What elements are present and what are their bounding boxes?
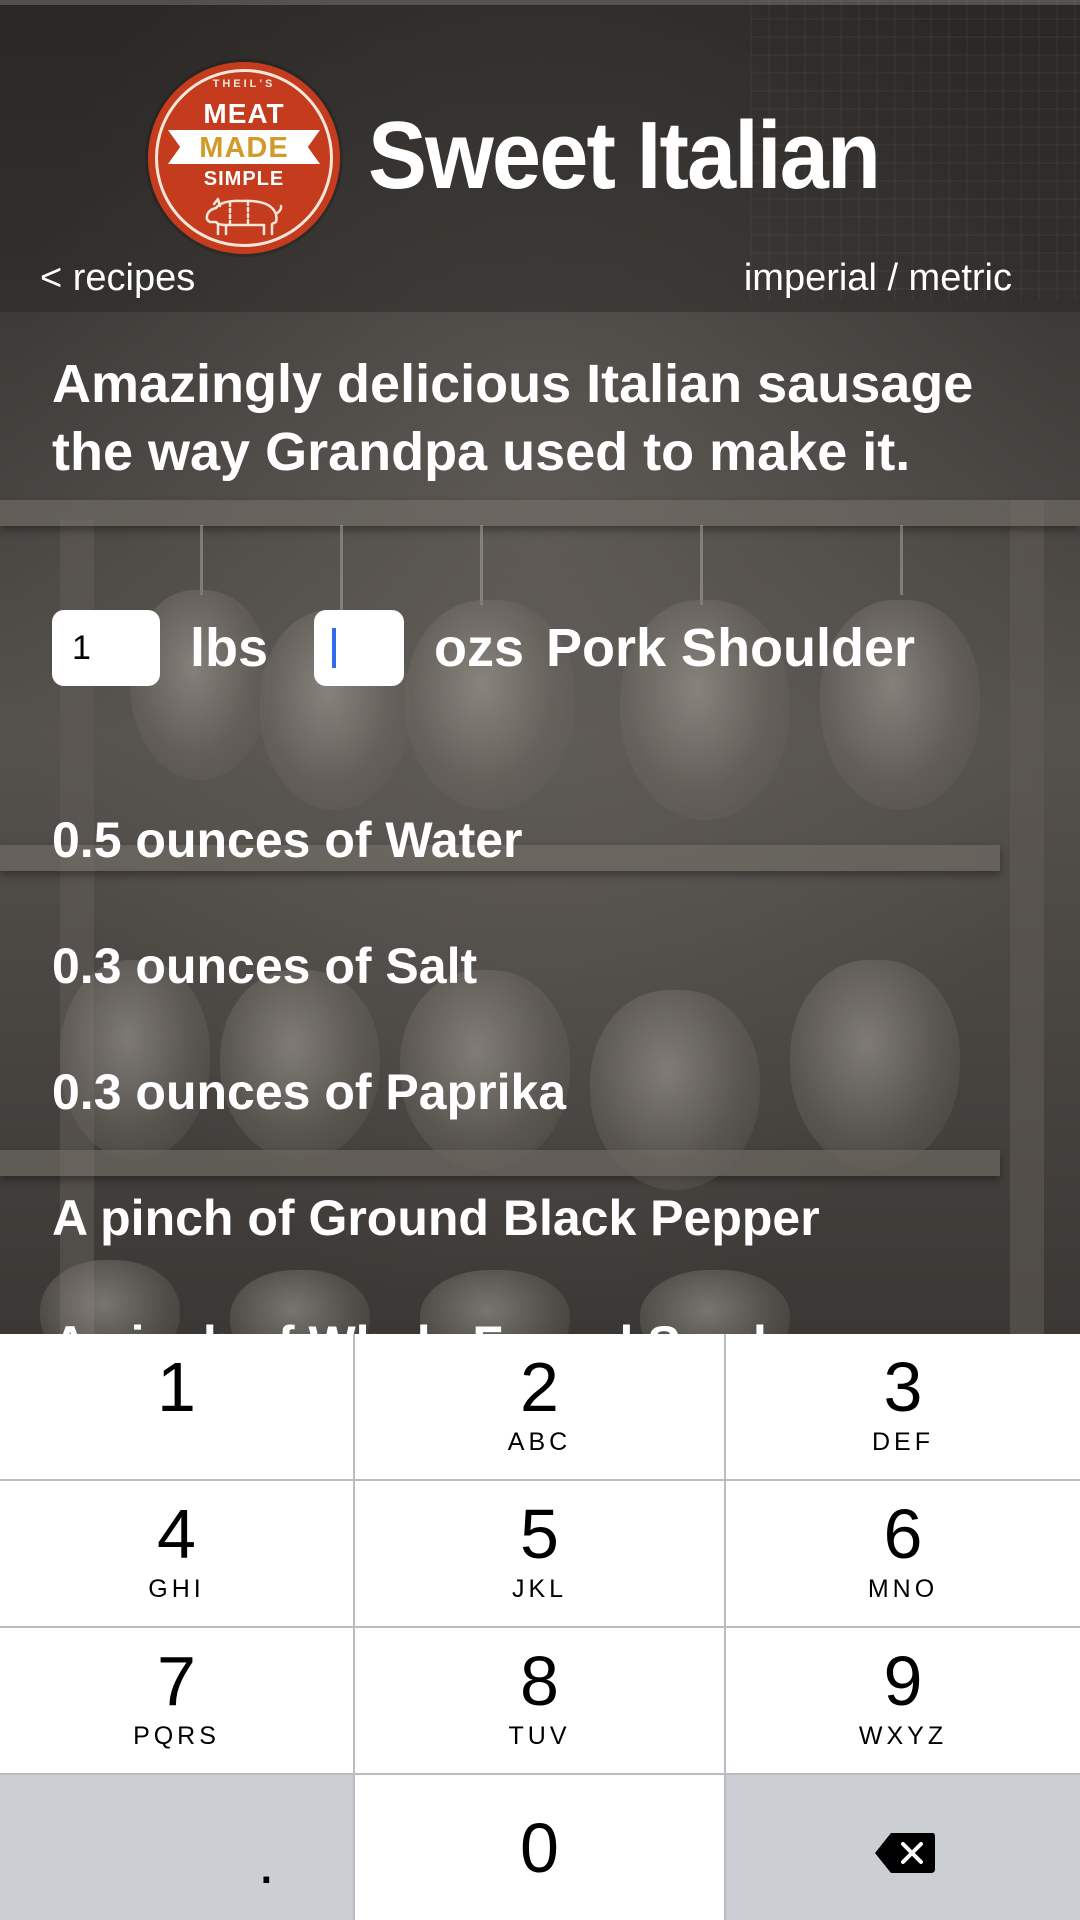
key-5[interactable]: 5 JKL — [355, 1481, 724, 1626]
quantity-row: 1 lbs ozs Pork Shoulder — [52, 610, 1052, 688]
pig-icon — [205, 197, 283, 236]
meat-name: Pork Shoulder — [546, 618, 916, 678]
ingredient-item: 0.5 ounces of Water — [52, 812, 523, 868]
recipe-description: Amazingly delicious Italian sausage the … — [52, 354, 974, 482]
ozs-unit-label: ozs — [434, 618, 525, 678]
units-toggle[interactable]: imperial / metric — [744, 257, 1012, 300]
key-3-letters: DEF — [872, 1428, 934, 1456]
ingredient-item: 0.3 ounces of Paprika — [52, 1064, 567, 1120]
lbs-unit-label: lbs — [190, 618, 269, 678]
lbs-input[interactable]: 1 — [52, 610, 160, 686]
backspace-icon — [875, 1833, 935, 1873]
logo-simple-text: SIMPLE — [203, 168, 285, 190]
header-bar: THEIL'S MEAT MADE SIMPLE Sweet Italian <… — [0, 0, 1080, 312]
key-0[interactable]: 0 — [355, 1775, 724, 1920]
key-9[interactable]: 9 WXYZ — [726, 1628, 1080, 1773]
page-title: Sweet Italian — [368, 102, 881, 209]
logo-top-text: THEIL'S — [212, 78, 276, 90]
ingredient-item: 0.3 ounces of Salt — [52, 938, 478, 994]
key-6-digit: 6 — [883, 1495, 923, 1573]
hanging-string — [900, 525, 903, 595]
logo-made-text: MADE — [199, 132, 289, 164]
key-9-digit: 9 — [883, 1642, 923, 1720]
key-8[interactable]: 8 TUV — [355, 1628, 724, 1773]
key-5-letters: JKL — [511, 1575, 568, 1603]
logo-meat-text: MEAT — [203, 98, 285, 129]
decimal-key-label: . — [258, 1829, 275, 1896]
decimal-key[interactable]: . — [0, 1775, 353, 1920]
key-8-letters: TUV — [508, 1722, 571, 1750]
key-7[interactable]: 7 PQRS — [0, 1628, 353, 1773]
key-6[interactable]: 6 MNO — [726, 1481, 1080, 1626]
shelf-beam — [0, 500, 1080, 526]
key-0-digit: 0 — [520, 1809, 559, 1887]
key-4[interactable]: 4 GHI — [0, 1481, 353, 1626]
hanging-string — [480, 525, 483, 605]
key-2[interactable]: 2 ABC — [355, 1334, 724, 1479]
key-9-letters: WXYZ — [858, 1722, 948, 1750]
key-4-digit: 4 — [157, 1495, 196, 1573]
ingredient-item: A pinch of Ground Black Pepper — [52, 1190, 820, 1246]
meat-made-simple-logo: THEIL'S MEAT MADE SIMPLE — [148, 62, 340, 254]
key-7-digit: 7 — [157, 1642, 196, 1720]
key-3-digit: 3 — [883, 1348, 923, 1426]
text-caret — [332, 628, 336, 668]
hanging-string — [200, 525, 203, 595]
key-2-digit: 2 — [520, 1348, 559, 1426]
key-1[interactable]: 1 — [0, 1334, 353, 1479]
key-7-letters: PQRS — [133, 1722, 220, 1750]
recipe-screen: THEIL'S MEAT MADE SIMPLE Sweet Italian <… — [0, 0, 1080, 1920]
back-to-recipes-link[interactable]: < recipes — [40, 257, 195, 300]
key-5-digit: 5 — [520, 1495, 559, 1573]
hanging-string — [340, 525, 343, 620]
numeric-keypad: 1 2 ABC 3 DEF 4 GHI 5 JKL 6 MNO 7 PQRS 8… — [0, 1334, 1080, 1920]
ozs-input[interactable] — [314, 610, 404, 686]
key-4-letters: GHI — [148, 1575, 205, 1603]
key-3[interactable]: 3 DEF — [726, 1334, 1080, 1479]
hanging-string — [700, 525, 703, 605]
key-8-digit: 8 — [520, 1642, 559, 1720]
key-6-letters: MNO — [867, 1575, 939, 1603]
key-1-digit: 1 — [157, 1348, 196, 1426]
backspace-key[interactable] — [726, 1775, 1080, 1920]
key-2-letters: ABC — [507, 1428, 572, 1456]
